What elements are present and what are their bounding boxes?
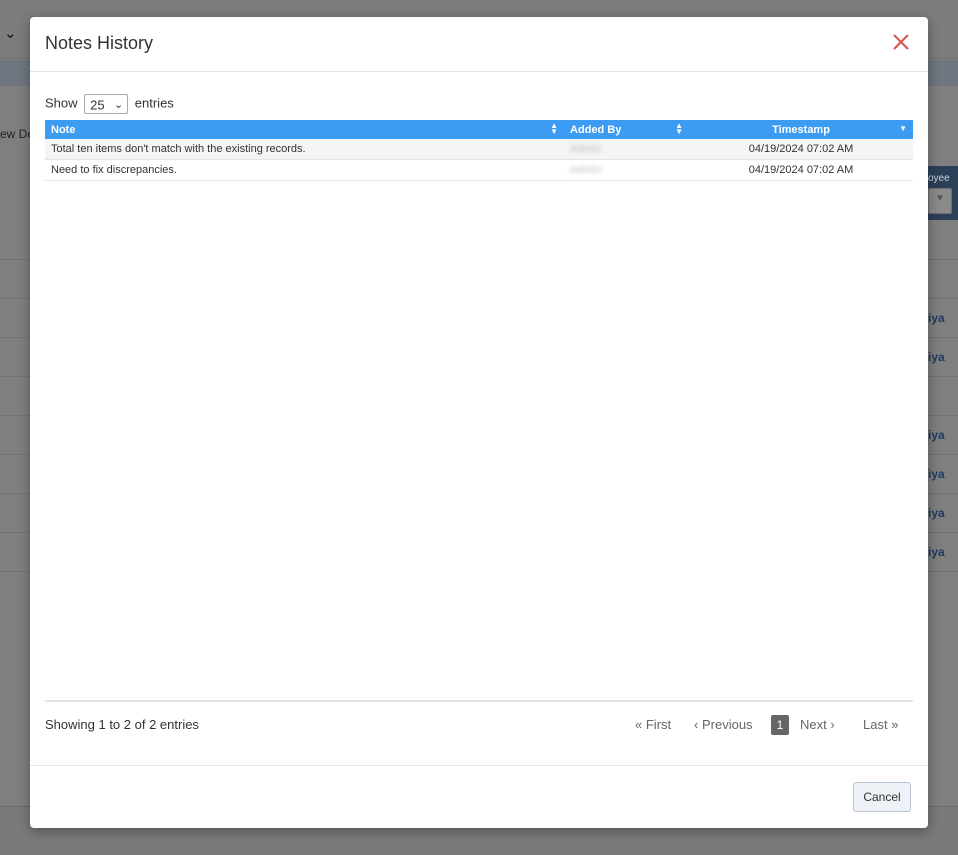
notes-table: Note ▲ ▼ Added By ▲ ▼ Timestamp ▼ Total te… xyxy=(45,120,913,181)
column-header-label: Note xyxy=(51,123,76,136)
background-view-link: ew De xyxy=(0,127,35,141)
last-label: Last xyxy=(863,717,888,732)
sort-icon: ▲ ▼ xyxy=(675,121,683,136)
timestamp-cell: 04/19/2024 07:02 AM xyxy=(689,139,913,160)
column-header-label: Added By xyxy=(570,123,622,136)
added-by-cell: Admin xyxy=(564,139,689,160)
first-label: First xyxy=(645,717,672,732)
column-header-label: Timestamp xyxy=(772,123,830,136)
note-cell: Need to fix discrepancies. xyxy=(45,159,564,181)
background-row-name: iya xyxy=(928,506,945,520)
close-icon xyxy=(893,34,909,50)
double-chevron-right-icon: » xyxy=(891,717,899,732)
last-page-button[interactable]: Last » xyxy=(863,717,898,732)
column-header-added-by[interactable]: Added By ▲ ▼ xyxy=(564,120,689,139)
first-page-button[interactable]: « First xyxy=(635,717,671,732)
timestamp-cell: 04/19/2024 07:02 AM xyxy=(689,159,913,181)
chevron-down-icon: ⌄ xyxy=(4,25,17,42)
background-row-name: iya xyxy=(928,545,945,559)
notes-history-modal: Notes History Show 25 ⌄ entries Note ▲ ▼ … xyxy=(30,17,928,828)
note-cell: Total ten items don't match with the exi… xyxy=(45,139,564,160)
table-divider xyxy=(45,700,913,702)
sort-icon: ▲ ▼ xyxy=(550,121,558,136)
background-column-header: oyee xyxy=(928,173,950,184)
modal-header: Notes History xyxy=(30,17,928,72)
entries-length-control: Show 25 ⌄ entries xyxy=(45,92,174,114)
show-label: Show xyxy=(45,95,78,111)
entries-label: entries xyxy=(134,95,174,111)
previous-page-button[interactable]: ‹ Previous xyxy=(694,717,753,732)
added-by-value: Admin xyxy=(570,143,602,155)
previous-label: Previous xyxy=(701,717,753,732)
chevron-right-icon: › xyxy=(830,717,835,732)
sort-desc-icon: ▼ xyxy=(899,124,907,133)
entries-length-value: 25 xyxy=(90,97,105,113)
caret-down-icon: ▼ xyxy=(935,193,945,204)
background-row-name: iya xyxy=(928,350,945,364)
table-row: Total ten items don't match with the exi… xyxy=(45,139,913,160)
next-page-button[interactable]: Next › xyxy=(800,717,835,732)
chevron-left-icon: ‹ xyxy=(694,717,699,732)
added-by-cell: Admin xyxy=(564,159,689,181)
current-page-button[interactable]: 1 xyxy=(771,715,789,735)
chevron-down-icon: ⌄ xyxy=(113,98,124,111)
table-header-row: Note ▲ ▼ Added By ▲ ▼ Timestamp ▼ xyxy=(45,120,913,139)
background-row-name: iya xyxy=(928,311,945,325)
cancel-button[interactable]: Cancel xyxy=(853,782,911,812)
column-header-note[interactable]: Note ▲ ▼ xyxy=(45,120,564,139)
column-header-timestamp[interactable]: Timestamp ▼ xyxy=(689,120,913,139)
double-chevron-left-icon: « xyxy=(635,717,643,732)
entries-length-select[interactable]: 25 ⌄ xyxy=(84,93,129,114)
next-label: Next xyxy=(800,717,827,732)
added-by-value: Admin xyxy=(570,164,602,176)
close-button[interactable] xyxy=(888,29,914,55)
background-row-name: iya xyxy=(928,467,945,481)
modal-footer: Cancel xyxy=(30,765,928,829)
table-info: Showing 1 to 2 of 2 entries xyxy=(45,717,199,732)
background-row-name: iya xyxy=(928,428,945,442)
table-row: Need to fix discrepancies. Admin 04/19/2… xyxy=(45,159,913,181)
modal-title: Notes History xyxy=(45,33,154,53)
